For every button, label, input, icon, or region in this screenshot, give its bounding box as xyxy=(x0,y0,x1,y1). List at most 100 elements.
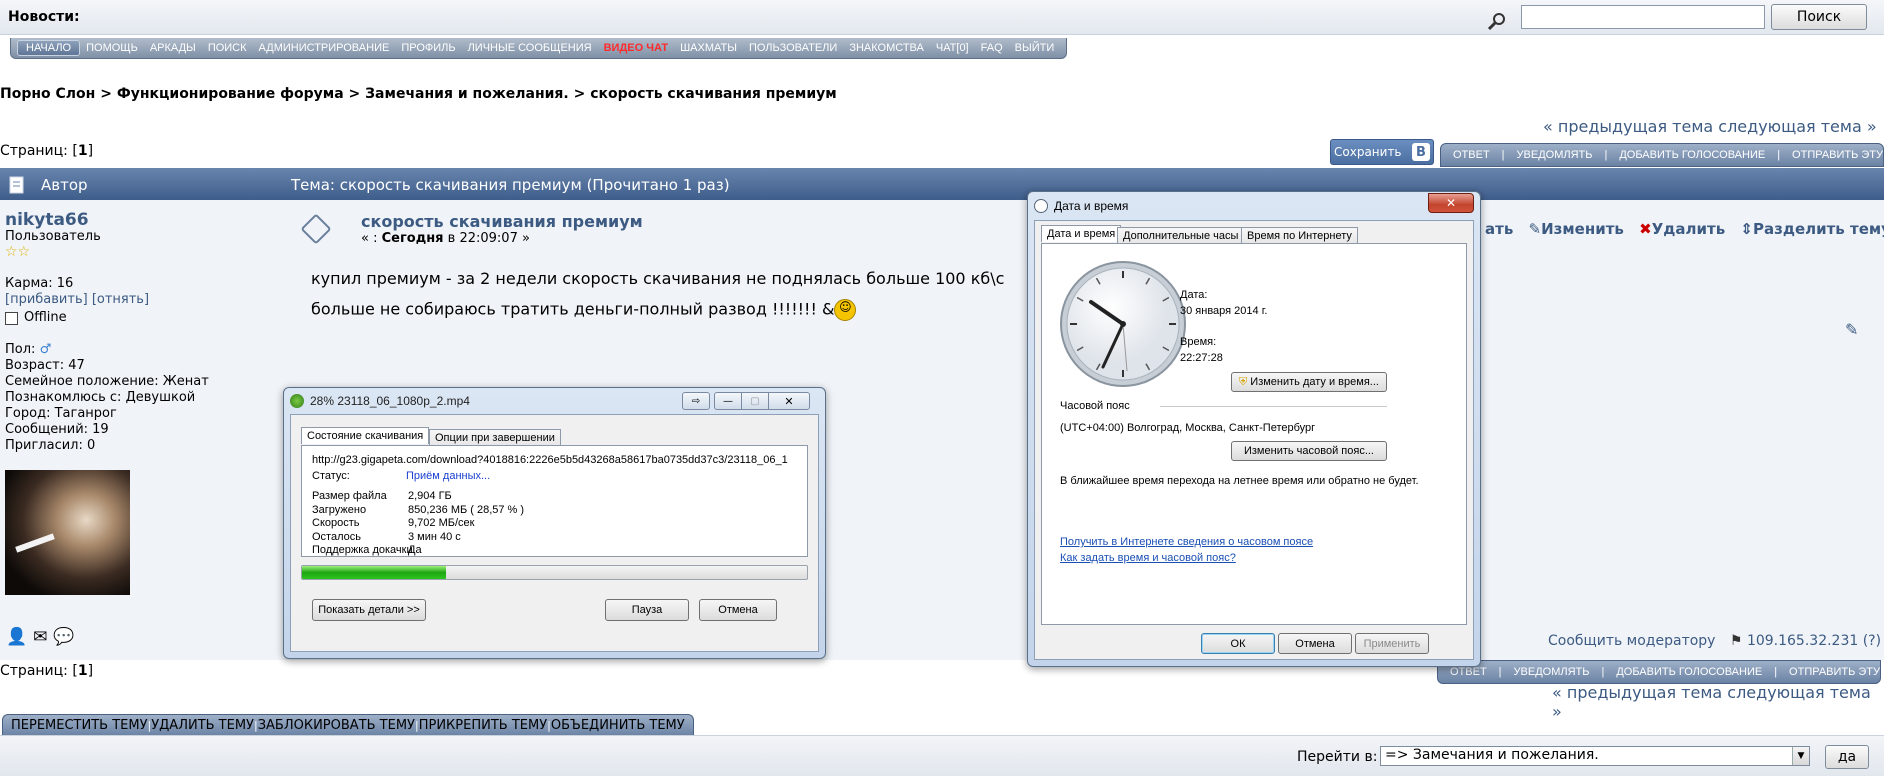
topic-button-top-2[interactable]: ДОБАВИТЬ ГОЛОСОВАНИЕ xyxy=(1613,149,1771,161)
stat-value: 850,236 МБ ( 28,57 % ) xyxy=(408,503,525,516)
quote-action-partial[interactable]: ать xyxy=(1485,220,1513,238)
prev-next-topic-bottom[interactable]: « предыдущая тема следующая тема » xyxy=(1552,683,1884,721)
separator: | xyxy=(1777,149,1781,161)
nav-item-11[interactable]: ЧАТ[0] xyxy=(930,42,975,54)
profile-icon[interactable]: 👤 xyxy=(6,627,27,647)
minimize-icon[interactable]: — xyxy=(714,392,742,410)
stat-value: 2,904 ГБ xyxy=(408,490,452,502)
nav-item-0[interactable]: НАЧАЛО xyxy=(17,40,81,56)
change-timezone-button[interactable]: Изменить часовой пояс... xyxy=(1231,441,1387,461)
change-date-time-button[interactable]: ⛨ Изменить дату и время... xyxy=(1231,372,1387,392)
topic-button-top-0[interactable]: ОТВЕТ xyxy=(1447,149,1496,161)
avatar[interactable] xyxy=(5,470,130,595)
topic-button-top-1[interactable]: УВЕДОМЛЯТЬ xyxy=(1511,149,1599,161)
topic-button-bottom-1[interactable]: УВЕДОМЛЯТЬ xyxy=(1508,666,1596,678)
mod-button-4[interactable]: ОБЪЕДИНИТЬ ТЕМУ xyxy=(551,718,685,733)
modify-icon[interactable]: ✎ xyxy=(1845,320,1858,339)
main-nav: НАЧАЛО ПОМОЩЬ АРКАДЫ ПОИСК АДМИНИСТРИРОВАНИЕ… xyxy=(10,38,1068,59)
family: Семейное положение: Женат xyxy=(5,374,209,389)
nav-item-2[interactable]: АРКАДЫ xyxy=(144,42,202,54)
user-icons: 👤 ✉ 💬 xyxy=(6,627,75,647)
show-details-button[interactable]: Показать детали >> xyxy=(312,599,426,621)
online-status: Offline xyxy=(5,310,67,326)
topic-button-bottom-0[interactable]: ОТВЕТ xyxy=(1444,666,1493,678)
cancel-button[interactable]: Отмена xyxy=(1278,633,1352,654)
ok-button[interactable]: ОК xyxy=(1201,633,1275,654)
datetime-panel: Дата: 30 января 2014 г. Время: 22:27:28 … xyxy=(1041,243,1467,625)
date-prefix: « : xyxy=(361,231,382,246)
nav-item-12[interactable]: FAQ xyxy=(975,42,1009,54)
search-icon[interactable] xyxy=(1487,11,1507,31)
prev-next-topic-top[interactable]: « предыдущая тема следующая тема » xyxy=(1543,117,1877,136)
post-count: Сообщений: 19 xyxy=(5,422,109,437)
nav-item-8[interactable]: ШАХМАТЫ xyxy=(674,42,743,54)
topic-button-bottom-2[interactable]: ДОБАВИТЬ ГОЛОСОВАНИЕ xyxy=(1610,666,1768,678)
ip-link[interactable]: 109.165.32.231 (?) xyxy=(1747,633,1881,649)
edit-link[interactable]: Изменить xyxy=(1541,220,1624,238)
username[interactable]: nikyta66 xyxy=(5,210,89,230)
download-progress-fill xyxy=(302,566,447,579)
goto-select[interactable]: => Замечания и пожелания. ▼ xyxy=(1380,746,1810,766)
status-value: Приём данных... xyxy=(406,470,491,482)
mod-button-1[interactable]: УДАЛИТЬ ТЕМУ xyxy=(151,718,254,733)
cancel-download-button[interactable]: Отмена xyxy=(699,599,777,621)
tab-completion-options[interactable]: Опции при завершении xyxy=(429,429,561,446)
karma-plus-link[interactable]: [прибавить] xyxy=(5,292,88,307)
footer: Перейти в: => Замечания и пожелания. ▼ д… xyxy=(0,735,1884,776)
close-icon[interactable]: ✕ xyxy=(768,392,810,410)
timezone-info-link[interactable]: Получить в Интернете сведения о часовом … xyxy=(1060,536,1313,548)
nav-item-4[interactable]: АДМИНИСТРИРОВАНИЕ xyxy=(253,42,396,54)
author-panel: nikyta66 Пользователь ☆☆ Карма: 16 [приб… xyxy=(0,200,285,660)
nav-item-9[interactable]: ПОЛЬЗОВАТЕЛИ xyxy=(743,42,843,54)
help-link[interactable]: Как задать время и часовой пояс? xyxy=(1060,552,1236,564)
separator: | xyxy=(1601,666,1605,678)
topic-button-bottom-3[interactable]: ОТПРАВИТЬ ЭТУ ТЕМУ xyxy=(1783,666,1884,678)
change-date-time-label: Изменить дату и время... xyxy=(1250,376,1379,388)
mod-button-0[interactable]: ПЕРЕМЕСТИТЬ ТЕМУ xyxy=(11,718,148,733)
topic-button-top-3[interactable]: ОТПРАВИТЬ ЭТУ ТЕМУ xyxy=(1786,149,1884,161)
tab-additional-clocks[interactable]: Дополнительные часы xyxy=(1117,227,1245,244)
chevron-down-icon[interactable]: ▼ xyxy=(1792,747,1809,765)
split-link[interactable]: Разделить тему xyxy=(1753,220,1884,238)
nav-item-1[interactable]: ПОМОЩЬ xyxy=(80,42,144,54)
rank-stars-icon: ☆☆ xyxy=(5,244,31,260)
search-button[interactable]: Поиск xyxy=(1771,4,1867,30)
search-input[interactable] xyxy=(1521,5,1765,29)
page-number[interactable]: 1 xyxy=(78,663,88,679)
email-icon[interactable]: ✉ xyxy=(33,627,47,647)
pm-icon[interactable]: 💬 xyxy=(53,627,74,647)
separator: | xyxy=(1604,149,1608,161)
maximize-icon: ▢ xyxy=(741,392,769,410)
news-label: Новости: xyxy=(8,9,80,25)
date-today: Сегодня xyxy=(381,231,444,246)
close-icon[interactable]: ✕ xyxy=(1428,193,1474,213)
tab-date-time[interactable]: Дата и время xyxy=(1041,225,1122,242)
delete-link[interactable]: Удалить xyxy=(1652,220,1725,238)
save-vk-button[interactable]: Сохранить B xyxy=(1330,139,1434,165)
tab-download-status[interactable]: Состояние скачивания xyxy=(301,427,430,444)
nav-item-7[interactable]: ВИДЕО ЧАТ xyxy=(598,42,674,54)
separator: | xyxy=(1498,666,1502,678)
download-info-panel: http://g23.gigapeta.com/download?4018816… xyxy=(301,445,808,557)
post-title[interactable]: скорость скачивания премиум xyxy=(361,212,643,231)
report-link[interactable]: Сообщить модератору xyxy=(1548,633,1715,649)
pause-button[interactable]: Пауза xyxy=(605,599,689,621)
nav-item-3[interactable]: ПОИСК xyxy=(202,42,253,54)
tab-internet-time[interactable]: Время по Интернету xyxy=(1241,227,1358,244)
breadcrumb[interactable]: Порно Слон > Функционирование форума > З… xyxy=(0,86,837,102)
stat-label: Осталось xyxy=(312,530,361,543)
edit-icon: ✎ xyxy=(1528,220,1542,238)
city: Город: Таганрог xyxy=(5,406,117,421)
go-button[interactable]: да xyxy=(1825,745,1869,769)
nav-item-13[interactable]: ВЫЙТИ xyxy=(1009,42,1061,54)
topic-header: Автор Тема: скорость скачивания премиум … xyxy=(0,168,1884,200)
mod-button-2[interactable]: ЗАБЛОКИРОВАТЬ ТЕМУ xyxy=(258,718,415,733)
minimize-to-tray-icon[interactable]: ⇨ xyxy=(682,392,710,410)
page-number[interactable]: 1 xyxy=(78,143,88,159)
nav-item-6[interactable]: ЛИЧНЫЕ СООБЩЕНИЯ xyxy=(462,42,598,54)
nav-item-5[interactable]: ПРОФИЛЬ xyxy=(395,42,461,54)
timezone-label: Часовой пояс xyxy=(1060,400,1130,412)
mod-button-3[interactable]: ПРИКРЕПИТЬ ТЕМУ xyxy=(419,718,547,733)
nav-item-10[interactable]: ЗНАКОМСТВА xyxy=(843,42,930,54)
karma-minus-link[interactable]: [отнять] xyxy=(92,292,149,307)
